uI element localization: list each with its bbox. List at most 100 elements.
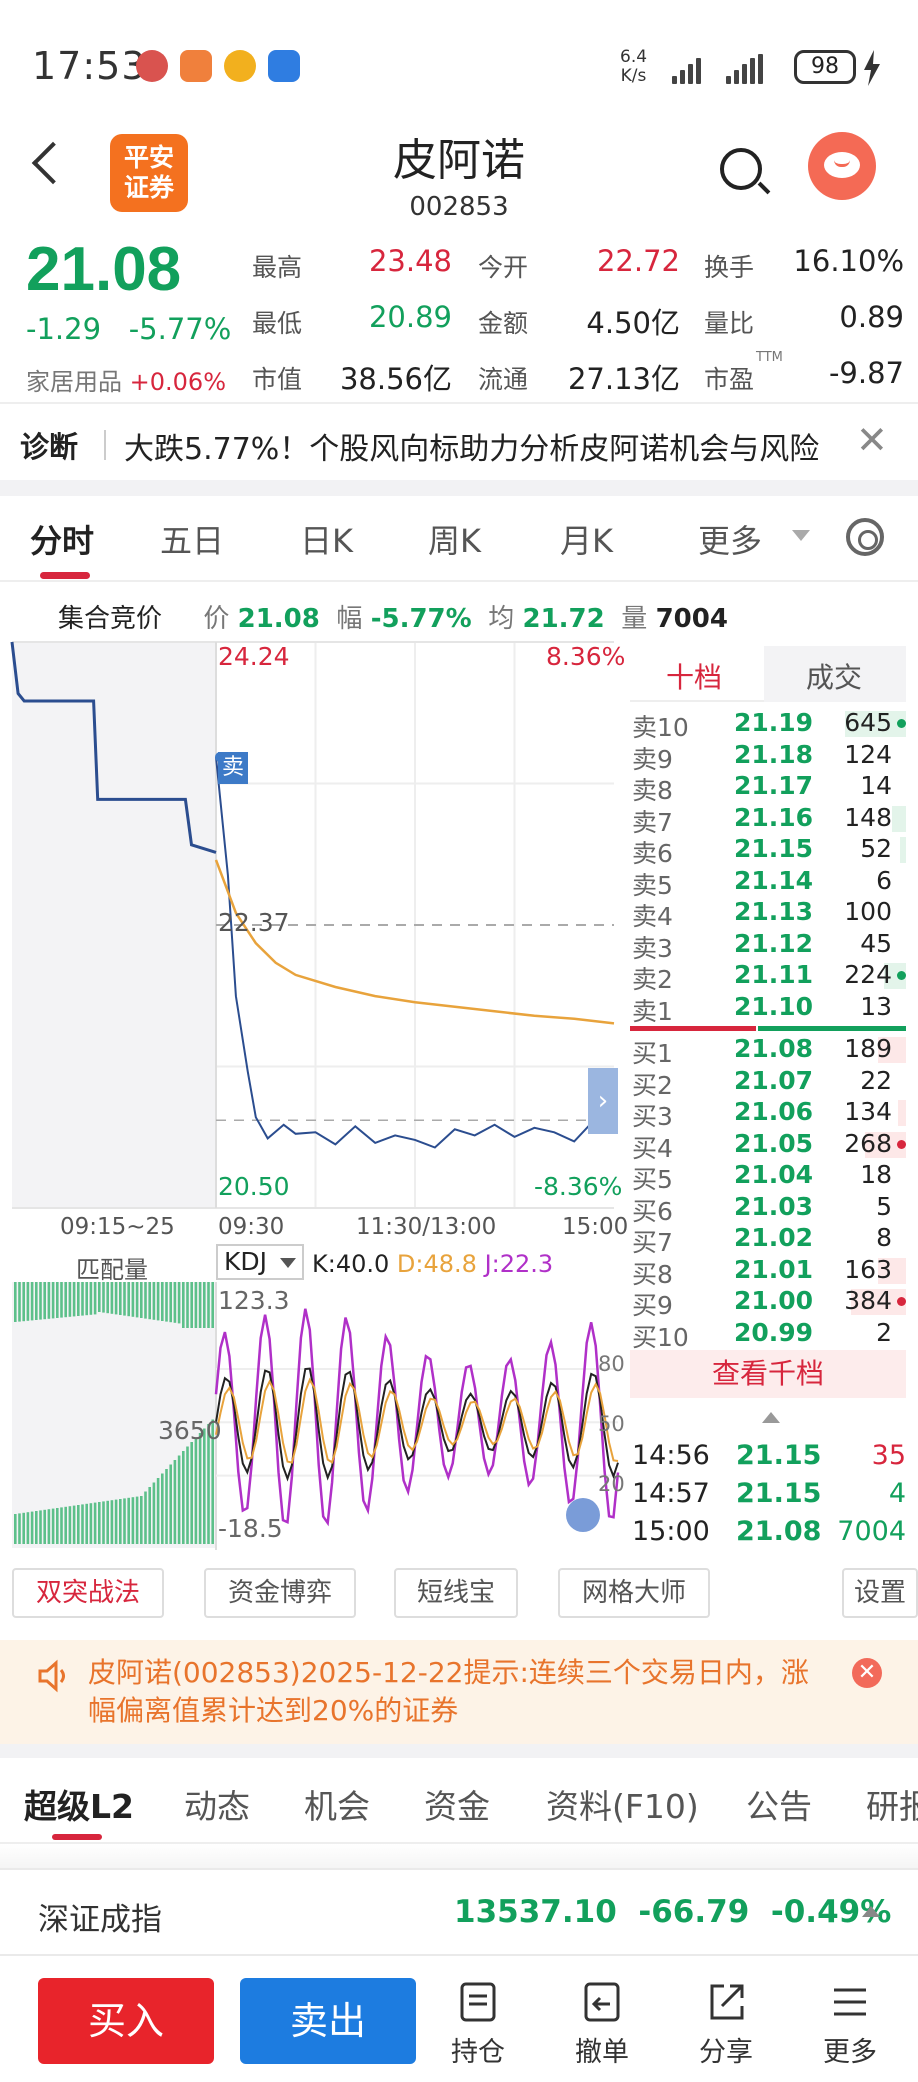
ask-row[interactable]: 卖1 21.10 13 <box>630 991 906 1026</box>
tab-capital[interactable]: 资金 <box>424 1780 490 1828</box>
order-volume: 13 <box>860 991 892 1021</box>
tab-monthly-k[interactable]: 月K <box>560 516 613 562</box>
close-icon[interactable]: ✕ <box>856 418 888 462</box>
match-volume-bar <box>161 1473 164 1544</box>
tab-intraday[interactable]: 分时 <box>30 516 94 562</box>
match-volume-bar <box>161 1282 164 1321</box>
kdj-chart[interactable] <box>0 1282 630 1552</box>
tool-settings[interactable]: 设置 <box>842 1568 918 1618</box>
match-volume-bar <box>56 1282 59 1318</box>
tab-news[interactable]: 动态 <box>184 1780 250 1828</box>
assistant-avatar[interactable] <box>808 132 876 200</box>
quote-value: 38.56亿 <box>339 362 452 396</box>
view-thousand-levels-button[interactable]: 查看千档 <box>630 1350 906 1398</box>
nav-positions[interactable]: 持仓 <box>428 1980 528 2069</box>
intraday-chart[interactable] <box>0 630 630 1210</box>
tab-more[interactable]: 更多 <box>698 516 762 562</box>
index-name: 深证成指 <box>38 1902 162 1938</box>
tool-short-term[interactable]: 短线宝 <box>394 1568 518 1618</box>
diagnosis-text[interactable]: 大跌5.77%！个股风向标助力分析皮阿诺机会与风险 <box>124 424 819 468</box>
match-volume-bar <box>135 1496 139 1544</box>
tool-double-breakout[interactable]: 双突战法 <box>12 1568 164 1618</box>
match-volume-bar <box>106 1500 109 1544</box>
tick-time: 14:56 <box>632 1440 710 1471</box>
chevron-down-icon[interactable] <box>792 530 810 541</box>
tab-f10[interactable]: 资料(F10) <box>546 1780 699 1828</box>
nav-cancel-order[interactable]: 撤单 <box>552 1980 652 2069</box>
fullscreen-icon[interactable] <box>566 1498 600 1532</box>
tab-weekly-k[interactable]: 周K <box>428 516 481 562</box>
quote-value: 4.50亿 <box>586 306 680 340</box>
bid-row[interactable]: 买6 21.03 5 <box>630 1192 906 1226</box>
match-volume-bar <box>207 1282 210 1328</box>
chevron-up-icon[interactable] <box>862 1906 880 1917</box>
nav-more[interactable]: 更多 <box>800 1980 900 2069</box>
ask-row[interactable]: 卖7 21.16 148 <box>630 803 906 837</box>
bid-row[interactable]: 买9 21.00 384 <box>630 1286 906 1320</box>
match-volume-bar <box>114 1282 118 1315</box>
bid-row[interactable]: 买4 21.05 268 <box>630 1129 906 1163</box>
time-label: 15:00 <box>562 1214 629 1240</box>
tab-five-day[interactable]: 五日 <box>160 516 224 562</box>
tab-super-l2[interactable]: 超级L2 <box>24 1780 134 1828</box>
match-volume-bar <box>26 1282 30 1321</box>
gear-icon[interactable] <box>846 518 884 556</box>
match-volume-bar <box>98 1282 101 1312</box>
ask-row[interactable]: 卖6 21.15 52 <box>630 834 906 868</box>
match-volume-bar <box>35 1511 38 1544</box>
ask-row[interactable]: 卖8 21.17 14 <box>630 771 906 805</box>
tab-research[interactable]: 研报 <box>866 1780 918 1828</box>
sell-marker[interactable]: 卖 <box>218 752 248 784</box>
nav-share[interactable]: 分享 <box>676 1980 776 2069</box>
bid-row[interactable]: 买8 21.01 163 <box>630 1255 906 1289</box>
sell-button[interactable]: 卖出 <box>240 1978 416 2064</box>
app-notification-icon <box>268 50 300 82</box>
battery-icon: 98 <box>794 50 856 84</box>
tool-grid-master[interactable]: 网格大师 <box>558 1568 710 1618</box>
tab-opportunity[interactable]: 机会 <box>304 1780 370 1828</box>
bid-row[interactable]: 买10 20.99 2 <box>630 1318 906 1352</box>
ask-row[interactable]: 卖2 21.11 224 <box>630 960 906 994</box>
ask-row[interactable]: 卖10 21.19 645 <box>630 708 906 742</box>
match-volume-bar <box>77 1282 80 1316</box>
match-volume-bar <box>190 1442 193 1544</box>
chart-expand-handle[interactable]: › <box>588 1068 618 1134</box>
charging-icon <box>864 50 880 86</box>
tab-daily-k[interactable]: 日K <box>300 516 353 562</box>
sector-change[interactable]: 家居用品 +0.06% <box>26 362 226 397</box>
match-volume-bar <box>60 1282 63 1318</box>
close-icon[interactable]: ✕ <box>852 1658 882 1688</box>
order-price: 21.06 <box>734 1097 814 1126</box>
section-gap <box>0 1744 918 1758</box>
ask-row[interactable]: 卖9 21.18 124 <box>630 740 906 774</box>
match-volume-bar <box>18 1282 21 1322</box>
bid-row[interactable]: 买7 21.02 8 <box>630 1223 906 1257</box>
tab-ten-levels[interactable]: 十档 <box>666 656 722 696</box>
bid-row[interactable]: 买3 21.06 134 <box>630 1097 906 1131</box>
bid-row[interactable]: 买1 21.08 189 <box>630 1034 906 1068</box>
notice-text: 皮阿诺(002853)2025-12-22提示:连续三个交易日内，涨幅偏离值累计… <box>88 1656 809 1727</box>
indicator-select[interactable]: KDJ <box>216 1244 304 1280</box>
match-volume-bar <box>203 1428 206 1544</box>
cancel-order-icon <box>584 1982 620 2022</box>
bid-row[interactable]: 买5 21.04 18 <box>630 1160 906 1194</box>
match-volume-bar <box>182 1451 185 1544</box>
order-volume: 224 <box>844 960 892 989</box>
tab-trades[interactable]: 成交 <box>806 656 862 696</box>
tab-announcements[interactable]: 公告 <box>746 1780 812 1828</box>
quote-value: 27.13亿 <box>567 362 680 396</box>
tool-capital-game[interactable]: 资金博弈 <box>204 1568 356 1618</box>
buy-button[interactable]: 买入 <box>38 1978 214 2064</box>
ask-row[interactable]: 卖4 21.13 100 <box>630 897 906 931</box>
quote-label: 金额 <box>478 309 529 338</box>
ask-row[interactable]: 卖3 21.12 45 <box>630 929 906 963</box>
bid-row[interactable]: 买2 21.07 22 <box>630 1065 906 1100</box>
order-price: 21.07 <box>734 1065 814 1095</box>
kdj-level-80: 80 <box>598 1352 625 1376</box>
tick-volume: 35 <box>871 1440 906 1471</box>
match-volume-bar <box>93 1282 97 1315</box>
search-icon[interactable] <box>720 148 762 190</box>
ask-row[interactable]: 卖5 21.14 6 <box>630 866 906 900</box>
match-volume-bar <box>169 1282 172 1323</box>
chevron-up-icon[interactable] <box>762 1412 780 1423</box>
